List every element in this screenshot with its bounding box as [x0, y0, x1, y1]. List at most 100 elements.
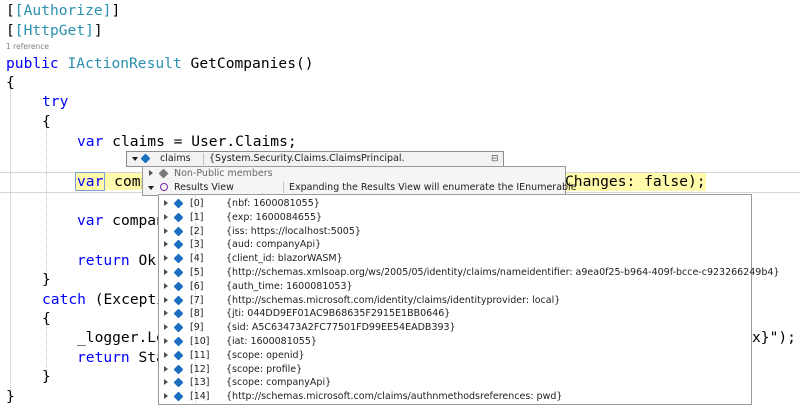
- claim-value[interactable]: {client_id: blazorWASM}: [226, 252, 343, 265]
- code-line: }: [6, 388, 15, 405]
- indent-guide: [10, 88, 11, 400]
- code-line: }: [42, 368, 51, 385]
- keyword: return: [77, 252, 130, 269]
- keyword: var: [77, 173, 104, 190]
- code-line: return Ok(: [77, 252, 165, 270]
- claim-value[interactable]: {scope: companyApi}: [226, 376, 331, 389]
- expand-arrow-icon[interactable]: [164, 393, 168, 400]
- claim-value[interactable]: {auth_time: 1600081053}: [226, 280, 353, 293]
- non-public-members-row[interactable]: Non-Public members: [143, 167, 565, 180]
- claim-value[interactable]: {iat: 1600081055}: [226, 335, 317, 348]
- codelens-references[interactable]: 1 reference: [6, 42, 49, 51]
- object-icon: [158, 168, 169, 179]
- claim-index: [12]: [190, 363, 210, 375]
- keyword: public: [6, 55, 59, 72]
- expand-arrow-icon[interactable]: [164, 310, 168, 317]
- code-text: compan: [112, 212, 165, 229]
- claim-value[interactable]: {http://schemas.microsoft.com/identity/c…: [226, 294, 560, 307]
- object-icon: [173, 350, 184, 361]
- code-line: var claims = User.Claims;: [77, 133, 297, 151]
- expand-arrow-icon[interactable]: [164, 379, 168, 386]
- results-view-icon: [160, 183, 168, 191]
- object-icon: [173, 377, 184, 388]
- expand-arrow-icon[interactable]: [164, 269, 168, 275]
- keyword: var: [77, 133, 104, 150]
- code-line: catch (Excepti: [42, 291, 165, 309]
- claim-value[interactable]: {http://schemas.xmlsoap.org/ws/2005/05/i…: [226, 266, 779, 279]
- claim-value[interactable]: {jti: 044DD9EF01AC9B68635F2915E1BB0646}: [226, 307, 450, 320]
- claim-item-row[interactable]: [14] {http://schemas.microsoft.com/claims…: [159, 390, 751, 403]
- claim-item-row[interactable]: [4] {client_id: blazorWASM}: [159, 252, 751, 265]
- expand-arrow-icon[interactable]: [164, 296, 168, 303]
- claim-value[interactable]: {aud: companyApi}: [226, 238, 321, 251]
- claim-index: [7]: [190, 294, 204, 306]
- expand-arrow-icon[interactable]: [164, 324, 168, 331]
- attribute-httpget: [HttpGet]: [14, 22, 94, 39]
- object-icon: [173, 336, 184, 347]
- object-icon: [173, 364, 184, 375]
- claim-item-row[interactable]: [2] {iss: https://localhost:5005}: [159, 225, 751, 238]
- claim-value[interactable]: {iss: https://localhost:5005}: [226, 225, 361, 238]
- claim-index: [6]: [190, 280, 204, 292]
- pin-icon[interactable]: ⊟: [491, 152, 499, 166]
- claim-item-row[interactable]: [6] {auth_time: 1600081053}: [159, 280, 751, 293]
- claim-index: [8]: [190, 308, 204, 320]
- object-icon: [173, 198, 184, 209]
- claim-item-row[interactable]: [13] {scope: companyApi}: [159, 376, 751, 389]
- object-icon: [140, 153, 151, 164]
- datatip-header[interactable]: claims {System.Security.Claims.ClaimsPri…: [126, 151, 504, 178]
- claim-index: [9]: [190, 322, 204, 334]
- method-name: GetCompanies(): [190, 55, 314, 72]
- results-view-row[interactable]: Results View Expanding the Results View …: [143, 181, 577, 194]
- claim-item-row[interactable]: [3] {aud: companyApi}: [159, 238, 751, 251]
- object-icon: [173, 308, 184, 319]
- expand-arrow-icon[interactable]: [164, 255, 168, 262]
- claim-item-row[interactable]: [1] {exp: 1600084655}: [159, 211, 751, 224]
- object-icon: [173, 239, 184, 250]
- expand-arrow-icon[interactable]: [164, 351, 168, 358]
- non-public-members-label: Non-Public members: [174, 168, 273, 179]
- claim-item-row[interactable]: [7] {http://schemas.microsoft.com/identit…: [159, 294, 751, 307]
- claim-item-row[interactable]: [11] {scope: openid}: [159, 349, 751, 362]
- expand-arrow-icon[interactable]: [164, 200, 168, 206]
- object-icon: [173, 212, 184, 223]
- claim-value[interactable]: {scope: openid}: [226, 349, 305, 362]
- collapse-arrow-icon[interactable]: [132, 157, 138, 161]
- claim-item-row[interactable]: [12] {scope: profile}: [159, 363, 751, 376]
- claim-index: [1]: [190, 211, 204, 223]
- claim-value[interactable]: {scope: profile}: [226, 363, 302, 376]
- attribute-authorize: [Authorize]: [14, 2, 112, 19]
- expand-arrow-icon[interactable]: [164, 282, 168, 289]
- code-line: }: [42, 271, 51, 288]
- datatip-results-list: [0] {nbf: 1600081055} [1] {exp: 1600084655}…: [158, 194, 779, 405]
- claim-item-row[interactable]: [5] {http://schemas.xmlsoap.org/ws/2005/0…: [159, 266, 779, 279]
- claim-value[interactable]: {http://schemas.microsoft.com/claims/aut…: [226, 390, 562, 403]
- collapse-arrow-icon[interactable]: [148, 186, 154, 190]
- code-line: [[Authorize]]: [6, 2, 121, 19]
- claim-item-row[interactable]: [10] {iat: 1600081055}: [159, 335, 751, 348]
- claim-item-row[interactable]: [9] {sid: A5C63473A2FC77501FD99EE54EADB39…: [159, 321, 751, 334]
- claim-value[interactable]: {exp: 1600084655}: [226, 211, 322, 224]
- claim-index: [10]: [190, 336, 210, 347]
- code-text: claims = User.Claims;: [112, 133, 297, 150]
- claim-item-row[interactable]: [0] {nbf: 1600081055}: [159, 197, 751, 210]
- claim-value[interactable]: {nbf: 1600081055}: [226, 197, 320, 210]
- expand-arrow-icon[interactable]: [149, 170, 153, 176]
- object-icon: [173, 253, 184, 264]
- expand-arrow-icon[interactable]: [164, 241, 168, 248]
- object-icon: [173, 322, 184, 333]
- object-icon: [173, 267, 184, 278]
- code-line: _logger.Lo: [77, 329, 165, 346]
- expand-arrow-icon[interactable]: [164, 227, 168, 234]
- expand-arrow-icon[interactable]: [164, 338, 168, 344]
- expand-arrow-icon[interactable]: [164, 365, 168, 372]
- claim-index: [0]: [190, 198, 204, 209]
- claim-value[interactable]: {sid: A5C63473A2FC77501FD99EE54EADB393}: [226, 321, 456, 334]
- indent-guide: [46, 124, 47, 274]
- column-divider: [203, 153, 204, 165]
- code-line: {: [42, 113, 51, 130]
- keyword: return: [77, 349, 130, 366]
- expand-arrow-icon[interactable]: [164, 213, 168, 220]
- keyword: var: [77, 212, 104, 229]
- claim-item-row[interactable]: [8] {jti: 044DD9EF01AC9B68635F2915E1BB064…: [159, 307, 751, 320]
